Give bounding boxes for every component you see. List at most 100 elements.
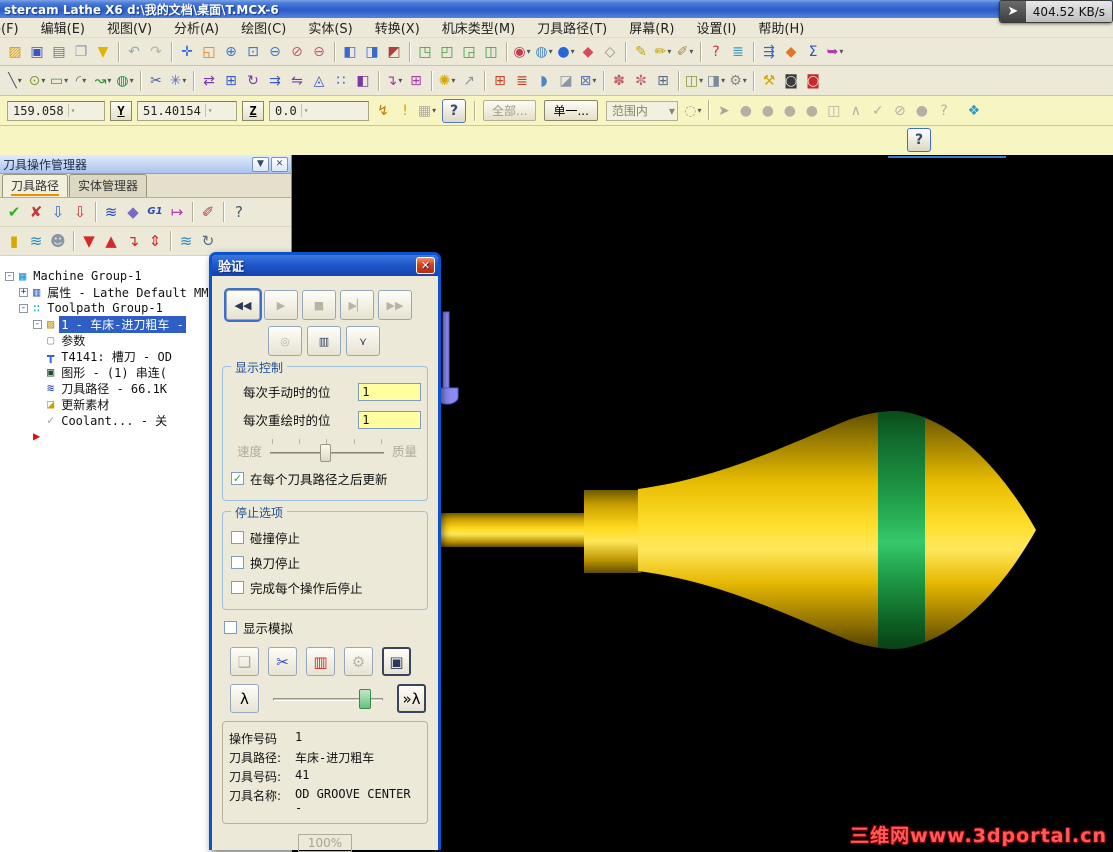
flower-red-icon[interactable]: ✽ bbox=[608, 70, 630, 92]
analyze-question-icon[interactable]: ? bbox=[705, 41, 727, 63]
solid-verify-icon[interactable]: ◆ bbox=[122, 201, 144, 223]
chevron-down-icon[interactable]: ▾ bbox=[527, 47, 531, 56]
compare-button[interactable]: ⚙ bbox=[344, 647, 373, 676]
fit-screen-icon[interactable]: ◱ bbox=[198, 41, 220, 63]
ffwd-button[interactable]: ▶▶ bbox=[378, 290, 412, 320]
section-cut-button[interactable]: ✂ bbox=[268, 647, 297, 676]
xform-mirror-icon[interactable]: ⇋ bbox=[286, 70, 308, 92]
y-coordinate-field[interactable]: 51.40154 ▾ bbox=[137, 100, 237, 121]
stock-section-button[interactable]: ▥ bbox=[307, 326, 341, 356]
scroll-ops-icon[interactable]: ⇕ bbox=[144, 230, 166, 252]
spline-icon[interactable]: ↝ ▾ bbox=[92, 70, 114, 92]
level-bulb-icon[interactable]: ✺ ▾ bbox=[436, 70, 458, 92]
select-all-circle-icon[interactable]: ● bbox=[911, 100, 933, 122]
tree-expander[interactable]: - bbox=[33, 319, 42, 329]
fastpoint-icon[interactable]: ▦ ▾ bbox=[416, 100, 438, 122]
exit-post-icon[interactable]: ➥ ▾ bbox=[824, 41, 846, 63]
stop-button[interactable]: ■ bbox=[302, 290, 336, 320]
chevron-down-icon[interactable]: ▾ bbox=[592, 76, 596, 85]
dialog-title-bar[interactable]: 验证 ✕ bbox=[212, 255, 438, 276]
wireframe-icon[interactable]: ◍ ▾ bbox=[533, 41, 555, 63]
zoom-unzoom-icon[interactable]: ⊘ bbox=[286, 41, 308, 63]
analyze-stats-icon[interactable]: ≣ bbox=[727, 41, 749, 63]
select-help-icon[interactable]: ? bbox=[933, 100, 955, 122]
chevron-down-icon[interactable]: ▾ bbox=[667, 47, 671, 56]
run-script-icon[interactable]: ↗ bbox=[458, 70, 480, 92]
chevron-down-icon[interactable]: ▾ bbox=[41, 76, 45, 85]
step-button[interactable]: ▶▏ bbox=[340, 290, 374, 320]
open-file-icon[interactable]: ▨ bbox=[4, 41, 26, 63]
x-coordinate-field[interactable]: 159.058 ▾ bbox=[7, 100, 105, 121]
chevron-down-icon[interactable]: ▾ bbox=[699, 76, 703, 85]
regen-selected-icon[interactable]: ⇩ bbox=[47, 201, 69, 223]
stock-waves-icon[interactable]: ≋ bbox=[100, 201, 122, 223]
chevron-down-icon[interactable]: ▾ bbox=[432, 106, 436, 115]
save-stock-button[interactable]: ▣ bbox=[382, 647, 411, 676]
ops-order-icon[interactable]: ≣ bbox=[511, 70, 533, 92]
select-op-icon[interactable]: ↻ bbox=[197, 230, 219, 252]
move-down-icon[interactable]: ▼ bbox=[78, 230, 100, 252]
xform-move-icon[interactable]: ⇄ bbox=[198, 70, 220, 92]
play-button[interactable]: ▶ bbox=[264, 290, 298, 320]
surface-b-icon[interactable]: ◨ ▾ bbox=[705, 70, 727, 92]
xform-project-icon[interactable]: ◧ bbox=[352, 70, 374, 92]
repaint-icon[interactable]: ◧ bbox=[339, 41, 361, 63]
select-all-ops-icon[interactable]: ✔ bbox=[3, 201, 25, 223]
autocursor-help-button[interactable]: ? bbox=[442, 98, 466, 123]
title-bar[interactable]: stercam Lathe X6 d:\我的文档\桌面\T.MCX-6 bbox=[0, 0, 1113, 18]
redo-icon[interactable]: ↷ bbox=[145, 41, 167, 63]
g1-backplot-icon[interactable]: G1 bbox=[144, 201, 166, 223]
menu-view[interactable]: 视图(V) bbox=[96, 18, 163, 37]
range-combo[interactable]: 范围内 ▾ bbox=[605, 100, 678, 121]
stock-red-icon[interactable]: ◆ bbox=[577, 41, 599, 63]
slider-thumb[interactable] bbox=[320, 444, 332, 462]
speed-overlay-badge[interactable]: ➤ 404.52 KB/s bbox=[998, 0, 1113, 23]
ribbon-help-button[interactable]: ? bbox=[907, 128, 931, 152]
undo-icon[interactable]: ↶ bbox=[123, 41, 145, 63]
zoom-minus-icon[interactable]: ⊖ bbox=[264, 41, 286, 63]
tree-expander[interactable]: + bbox=[19, 287, 28, 297]
blank-colors-icon[interactable]: ◨ bbox=[361, 41, 383, 63]
select-circle1-icon[interactable]: ● bbox=[735, 100, 757, 122]
solids-check-icon[interactable]: ◆ bbox=[780, 41, 802, 63]
gview-top-icon[interactable]: ◳ bbox=[414, 41, 436, 63]
z-coordinate-field[interactable]: 0.0 ▾ bbox=[269, 100, 369, 121]
circle-icon[interactable]: ⊙ ▾ bbox=[26, 70, 48, 92]
quality-slider[interactable] bbox=[270, 439, 384, 462]
moves-per-step-input[interactable]: 1 bbox=[358, 382, 421, 401]
chevron-down-icon[interactable]: ▾ bbox=[204, 104, 215, 117]
menu-solids[interactable]: 实体(S) bbox=[297, 18, 363, 37]
cylinder-icon[interactable]: ◍ ▾ bbox=[114, 70, 136, 92]
filter-icon[interactable]: ▼ bbox=[92, 41, 114, 63]
layout-grid-icon[interactable]: ⊞ bbox=[405, 70, 427, 92]
chevron-down-icon[interactable]: ▾ bbox=[669, 104, 675, 118]
lock-icon[interactable]: ▮ bbox=[3, 230, 25, 252]
gnomon-icon[interactable]: ❖ bbox=[963, 100, 985, 122]
ghost-icon[interactable]: ☻ bbox=[47, 230, 69, 252]
menu-settings[interactable]: 设置(I) bbox=[685, 18, 747, 37]
zoom-out-icon[interactable]: ⊖ bbox=[308, 41, 330, 63]
chevron-down-icon[interactable]: ▾ bbox=[549, 47, 553, 56]
menu-edit[interactable]: 编辑(E) bbox=[30, 18, 96, 37]
material-icon[interactable]: ◉ ▾ bbox=[511, 41, 533, 63]
capture-icon[interactable]: ◙ bbox=[780, 70, 802, 92]
z-axis-button[interactable]: Z bbox=[242, 100, 264, 121]
move-up-icon[interactable]: ▲ bbox=[100, 230, 122, 252]
menu-create[interactable]: 绘图(C) bbox=[230, 18, 297, 37]
tree-expander[interactable]: - bbox=[5, 271, 14, 281]
rect-icon[interactable]: ▭ ▾ bbox=[48, 70, 70, 92]
machsim-grid-icon[interactable]: ⊞ bbox=[489, 70, 511, 92]
menu-help[interactable]: 帮助(H) bbox=[747, 18, 815, 37]
flower-multi-icon[interactable]: ✼ bbox=[630, 70, 652, 92]
chevron-down-icon[interactable]: ▾ bbox=[182, 76, 186, 85]
line-icon[interactable]: ╲ ▾ bbox=[4, 70, 26, 92]
menu-xform[interactable]: 转换(X) bbox=[364, 18, 431, 37]
stop-after-operation-checkbox[interactable] bbox=[231, 581, 244, 594]
chevron-down-icon[interactable]: ▾ bbox=[107, 76, 111, 85]
update-after-toolpath-checkbox[interactable]: ✓ bbox=[231, 472, 244, 485]
chevron-down-icon[interactable]: ▾ bbox=[571, 47, 575, 56]
menu-toolpaths[interactable]: 刀具路径(T) bbox=[526, 18, 618, 37]
display-paths-icon[interactable]: ≋ bbox=[175, 230, 197, 252]
select-up-icon[interactable]: ∧ bbox=[845, 100, 867, 122]
sigma-icon[interactable]: Σ bbox=[802, 41, 824, 63]
